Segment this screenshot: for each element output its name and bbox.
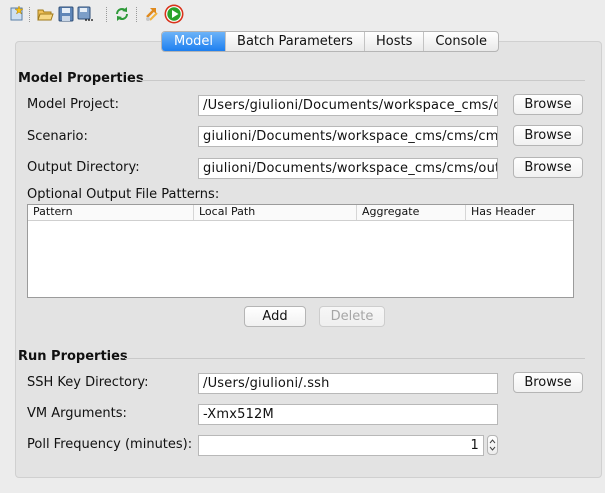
model-project-field[interactable]: /Users/giulioni/Documents/workspace_cms/… xyxy=(198,95,498,116)
refresh-icon[interactable] xyxy=(113,5,131,23)
vm-arguments-field[interactable]: -Xmx512M xyxy=(198,404,498,425)
output-directory-field[interactable]: giulioni/Documents/workspace_cms/cms/out… xyxy=(198,158,498,179)
output-patterns-label: Optional Output File Patterns: xyxy=(27,187,220,202)
model-properties-divider xyxy=(140,80,585,81)
scenario-label: Scenario: xyxy=(27,129,88,144)
delete-button[interactable]: Delete xyxy=(319,306,385,327)
tab-batch-parameters[interactable]: Batch Parameters xyxy=(225,32,364,51)
model-project-label: Model Project: xyxy=(27,97,120,112)
poll-frequency-label: Poll Frequency (minutes): xyxy=(27,437,193,452)
model-properties-heading: Model Properties xyxy=(18,71,144,86)
table-header: Pattern Local Path Aggregate Has Header xyxy=(28,205,573,221)
column-has-header[interactable]: Has Header xyxy=(466,205,573,220)
save-icon[interactable] xyxy=(57,5,75,23)
save-as-icon[interactable] xyxy=(76,5,94,23)
ssh-key-browse-button[interactable]: Browse xyxy=(513,372,583,393)
tab-model[interactable]: Model xyxy=(162,32,226,51)
tab-hosts[interactable]: Hosts xyxy=(363,32,423,51)
add-button[interactable]: Add xyxy=(244,306,306,327)
output-patterns-table[interactable]: Pattern Local Path Aggregate Has Header xyxy=(27,204,574,298)
open-folder-icon[interactable] xyxy=(36,5,54,23)
column-local-path[interactable]: Local Path xyxy=(194,205,357,220)
tab-console[interactable]: Console xyxy=(423,32,498,51)
stepper-arrows-icon xyxy=(489,439,496,451)
vm-arguments-label: VM Arguments: xyxy=(27,406,127,421)
ssh-key-directory-field[interactable]: /Users/giulioni/.ssh xyxy=(198,373,498,394)
ssh-key-directory-label: SSH Key Directory: xyxy=(27,375,149,390)
new-document-icon[interactable] xyxy=(8,5,26,23)
column-aggregate[interactable]: Aggregate xyxy=(357,205,466,220)
poll-frequency-field[interactable]: 1 xyxy=(198,435,484,456)
run-icon[interactable] xyxy=(164,4,184,24)
output-directory-browse-button[interactable]: Browse xyxy=(513,157,583,178)
model-project-browse-button[interactable]: Browse xyxy=(513,94,583,115)
column-pattern[interactable]: Pattern xyxy=(28,205,194,220)
arrows-icon[interactable] xyxy=(144,5,162,23)
run-properties-heading: Run Properties xyxy=(18,349,128,364)
tab-bar: Model Batch Parameters Hosts Console xyxy=(161,31,499,52)
scenario-browse-button[interactable]: Browse xyxy=(513,125,583,146)
poll-frequency-stepper[interactable] xyxy=(487,435,498,455)
run-properties-divider xyxy=(125,358,585,359)
scenario-field[interactable]: giulioni/Documents/workspace_cms/cms/cms… xyxy=(198,126,498,147)
output-directory-label: Output Directory: xyxy=(27,160,140,175)
toolbar xyxy=(0,0,605,28)
